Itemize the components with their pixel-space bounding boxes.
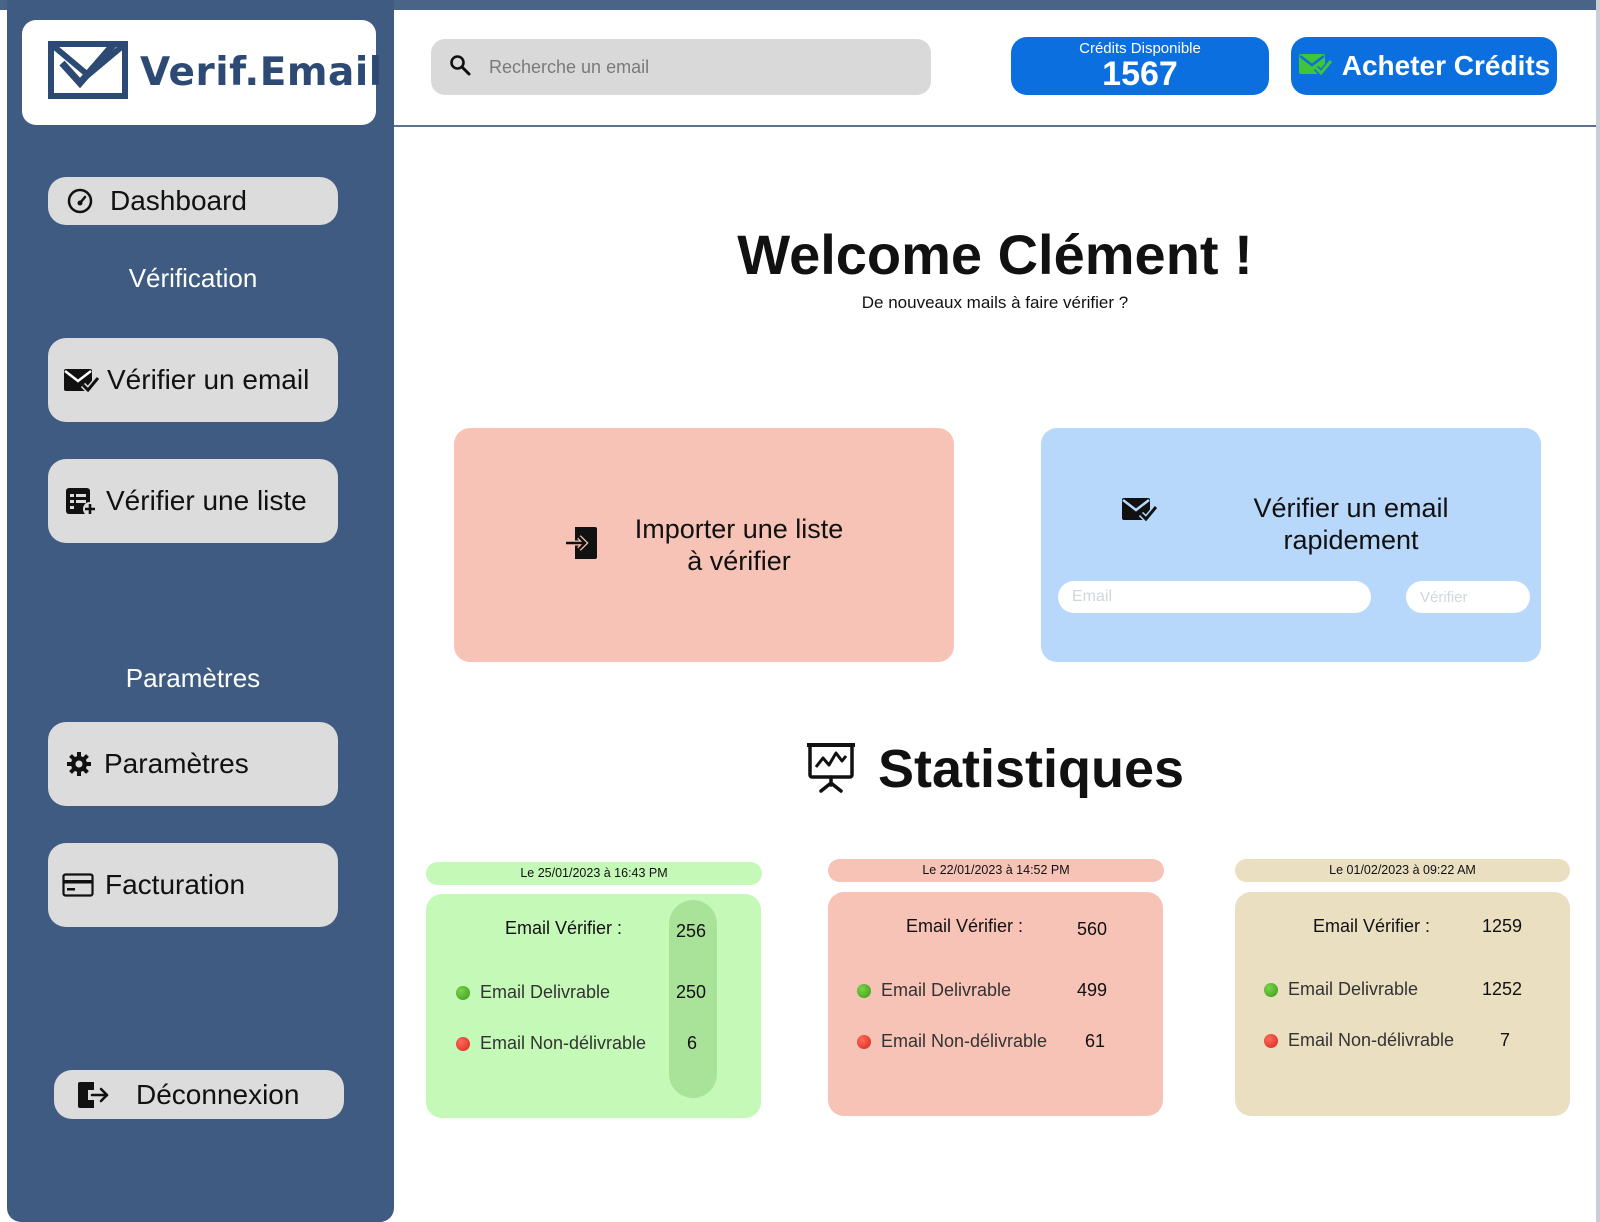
logout-icon bbox=[76, 1080, 110, 1110]
gauge-icon bbox=[66, 187, 94, 215]
import-list-card[interactable]: Importer une liste à vérifier bbox=[454, 428, 954, 662]
stat-deliverable-label: Email Delivrable bbox=[881, 980, 1012, 1000]
quick-card-line1: Vérifier un email bbox=[1253, 493, 1449, 523]
stat-deliverable-value: 250 bbox=[676, 982, 707, 1002]
logout-button[interactable]: Déconnexion bbox=[54, 1070, 344, 1119]
sidebar-item-settings[interactable]: Paramètres bbox=[48, 722, 338, 806]
sidebar: Verif.Email Dashboard Vérification Vérif… bbox=[7, 0, 394, 1222]
email-check-icon bbox=[63, 365, 99, 395]
gear-icon bbox=[66, 751, 92, 777]
stat-deliverable-row: Email Delivrable bbox=[857, 980, 1011, 1001]
stat-deliverable-value: 1252 bbox=[1482, 979, 1523, 999]
stat-verified-value: 256 bbox=[676, 921, 707, 941]
list-add-icon bbox=[65, 486, 97, 516]
window-right-border bbox=[1596, 0, 1600, 1222]
import-card-line2: à vérifier bbox=[687, 546, 791, 576]
section-title-settings: Paramètres bbox=[125, 663, 261, 693]
logout-label: Déconnexion bbox=[136, 1078, 300, 1110]
stat-date: Le 01/02/2023 à 09:22 AM bbox=[1235, 859, 1570, 882]
stat-deliverable-label: Email Delivrable bbox=[1288, 979, 1419, 999]
search-icon bbox=[449, 54, 471, 81]
stats-title: Statistiques bbox=[877, 739, 1185, 799]
credits-value: 1567 bbox=[1102, 55, 1178, 93]
envelope-logo-icon bbox=[48, 34, 128, 104]
stat-deliverable-row: Email Delivrable bbox=[1264, 979, 1418, 1000]
red-dot-icon bbox=[456, 1036, 470, 1051]
stat-undeliverable-value: 6 bbox=[687, 1033, 698, 1053]
red-dot-icon bbox=[1264, 1033, 1278, 1048]
logo-text: Verif.Email bbox=[140, 50, 383, 95]
sidebar-item-verify-email[interactable]: Vérifier un email bbox=[48, 338, 338, 422]
welcome-subtitle: De nouveaux mails à faire vérifier ? bbox=[861, 293, 1129, 312]
sidebar-item-label: Dashboard bbox=[110, 185, 247, 216]
email-check-icon bbox=[1298, 50, 1334, 83]
stat-card: Email Vérifier : 560 Email Delivrable 49… bbox=[828, 892, 1163, 1116]
buy-credits-label: Acheter Crédits bbox=[1341, 50, 1551, 81]
stats-heading: Statistiques bbox=[394, 738, 1596, 800]
stat-deliverable-row: Email Delivrable bbox=[456, 982, 610, 1003]
stat-deliverable-value: 499 bbox=[1077, 980, 1108, 1000]
stat-verified-label: Email Vérifier : bbox=[505, 918, 623, 938]
stat-undeliverable-row: Email Non-délivrable bbox=[456, 1033, 646, 1054]
quick-verify-button[interactable]: Vérifier bbox=[1406, 581, 1530, 613]
sidebar-item-label: Facturation bbox=[105, 869, 246, 900]
stat-verified-value: 560 bbox=[1077, 919, 1108, 939]
import-card-line1: Importer une liste bbox=[634, 514, 844, 544]
search-input[interactable] bbox=[489, 56, 889, 78]
sidebar-item-dashboard[interactable]: Dashboard bbox=[48, 177, 338, 225]
green-dot-icon bbox=[857, 983, 871, 998]
stat-undeliverable-row: Email Non-délivrable bbox=[857, 1031, 1047, 1052]
email-check-icon bbox=[1121, 496, 1159, 531]
sidebar-item-label: Paramètres bbox=[104, 748, 249, 779]
stat-deliverable-label: Email Delivrable bbox=[480, 982, 611, 1002]
green-dot-icon bbox=[1264, 982, 1278, 997]
quick-verify-card: Vérifier un email rapidement Vérifier bbox=[1041, 428, 1541, 662]
stat-card: Email Vérifier : 256 Email Delivrable 25… bbox=[426, 894, 761, 1118]
sidebar-item-verify-list[interactable]: Vérifier une liste bbox=[48, 459, 338, 543]
credits-display: Crédits Disponible 1567 bbox=[1011, 37, 1269, 95]
stat-card: Email Vérifier : 1259 Email Delivrable 1… bbox=[1235, 892, 1570, 1116]
stat-undeliverable-row: Email Non-délivrable bbox=[1264, 1030, 1454, 1051]
stat-undeliverable-label: Email Non-délivrable bbox=[881, 1031, 1048, 1051]
red-dot-icon bbox=[857, 1034, 871, 1049]
welcome-title: Welcome Clément ! bbox=[737, 223, 1253, 286]
quick-card-line2: rapidement bbox=[1283, 525, 1419, 555]
credit-card-icon bbox=[62, 872, 94, 898]
sidebar-item-label: Vérifier un email bbox=[107, 364, 310, 395]
section-title-verification: Vérification bbox=[128, 263, 258, 293]
stat-verified-label: Email Vérifier : bbox=[1313, 916, 1431, 936]
stat-verified-value: 1259 bbox=[1482, 916, 1523, 936]
stat-undeliverable-label: Email Non-délivrable bbox=[1288, 1030, 1455, 1050]
logo[interactable]: Verif.Email bbox=[22, 20, 382, 125]
buy-credits-button[interactable]: Acheter Crédits bbox=[1291, 37, 1557, 95]
presentation-chart-icon bbox=[806, 741, 856, 798]
import-file-icon bbox=[565, 525, 599, 566]
stat-date: Le 22/01/2023 à 14:52 PM bbox=[828, 859, 1164, 882]
top-header: Crédits Disponible 1567 Acheter Crédits bbox=[394, 10, 1596, 127]
stat-undeliverable-value: 7 bbox=[1500, 1030, 1511, 1050]
import-card-text: Importer une liste à vérifier bbox=[635, 513, 844, 577]
sidebar-item-label: Vérifier une liste bbox=[106, 485, 307, 516]
stat-date: Le 25/01/2023 à 16:43 PM bbox=[426, 862, 762, 885]
green-dot-icon bbox=[456, 985, 470, 1000]
stat-verified-label: Email Vérifier : bbox=[906, 916, 1024, 936]
search-bar[interactable] bbox=[431, 39, 931, 95]
stat-undeliverable-value: 61 bbox=[1085, 1031, 1106, 1051]
quick-card-text: Vérifier un email rapidement bbox=[1221, 492, 1481, 556]
quick-email-input[interactable] bbox=[1058, 581, 1371, 613]
sidebar-item-billing[interactable]: Facturation bbox=[48, 843, 338, 927]
stat-undeliverable-label: Email Non-délivrable bbox=[480, 1033, 647, 1053]
